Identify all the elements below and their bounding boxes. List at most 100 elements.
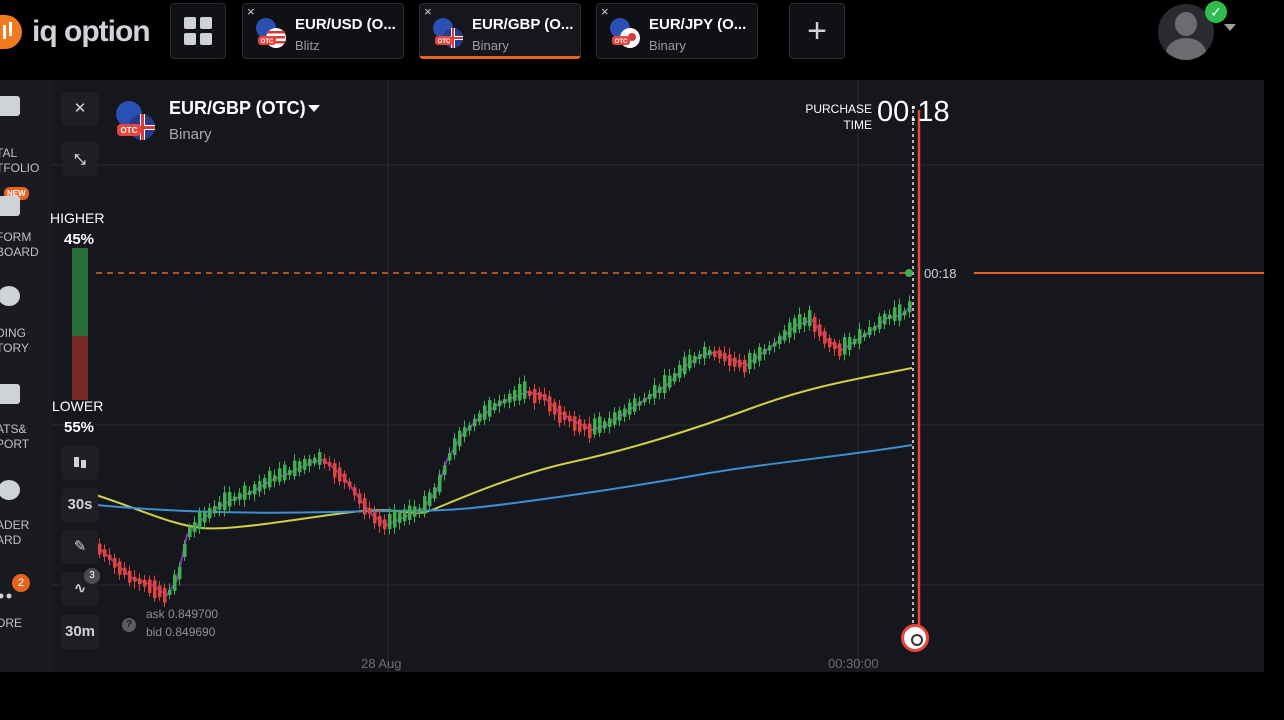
info-icon[interactable]: ? [122,618,136,632]
eur-jpy-flags-icon: OTC [610,18,640,48]
sidebar-item-more[interactable]: ORE [0,578,52,630]
candle-body [563,411,567,421]
sidebar-item-label: ORE [0,616,23,630]
higher-percent: 45% [64,231,95,248]
tab-eur-gbp[interactable]: × OTC EUR/GBP (O... Binary [419,3,581,59]
candle-body [698,354,702,360]
candle-body [378,515,382,527]
candle-body [608,418,612,427]
close-tab-icon[interactable]: × [247,4,255,19]
higher-label: HIGHER [50,210,105,226]
sidebar-item-label: FORM BOARD [0,230,39,259]
candle-body [763,348,767,355]
candle-body [753,353,757,364]
chart-type-button[interactable] [62,446,98,480]
candle-body [828,337,832,348]
candle-body [788,322,792,338]
candle-body [198,511,202,530]
candle-body [518,384,522,401]
sidebar-item-history[interactable]: DING TORY [0,284,52,355]
candle-body [338,467,342,482]
candle-body [473,418,477,427]
candle-body [178,566,182,580]
candle-body [863,333,867,338]
x-axis-time-label: 00:30:00 [828,656,879,671]
close-tab-icon[interactable]: × [424,4,432,19]
indicators-count-badge: 3 [84,568,100,584]
candle-body [103,549,107,557]
x-axis-date-label: 28 Aug [361,656,402,671]
svg-text:OTC: OTC [615,39,628,45]
sidebar-item-chats[interactable]: ATS& PORT [0,382,52,452]
candle-body [188,526,192,538]
candle-body [593,418,597,435]
candle-body [343,473,347,483]
price-chart[interactable] [52,80,1264,672]
expiry-timer-icon[interactable] [901,624,929,652]
candle-body [673,373,677,382]
candle-body [428,492,432,507]
candle-body [288,469,292,476]
tab-type: Binary [649,38,686,53]
sidebar-item-leaderboard[interactable]: ADER ARD [0,478,52,548]
sidebar-item-board[interactable]: FORM BOARD [0,190,52,260]
tab-eur-usd[interactable]: × OTC EUR/USD (O... Blitz [242,3,404,59]
candle-body [228,492,232,507]
candle-body [693,355,697,364]
tab-type: Blitz [295,38,320,53]
candle-body [308,458,312,467]
candle-body [638,401,642,406]
asset-dropdown-caret-icon[interactable] [308,105,320,112]
add-tab-button[interactable]: + [789,3,845,59]
candle-body [668,375,672,388]
leaderboard-icon [0,480,20,500]
collapse-chart-button[interactable]: ⤡ [62,142,98,176]
lower-meter [72,336,88,400]
sidebar-item-portfolio[interactable]: TAL TFOLIO [0,94,52,175]
candle-body [348,481,352,487]
candle-body [858,329,862,344]
candle-body [888,314,892,320]
candle-body [548,396,552,412]
account-menu-caret-icon[interactable] [1224,24,1236,31]
candle-body [273,475,277,482]
svg-text:OTC: OTC [261,39,274,45]
candle-body [823,330,827,344]
board-icon [0,196,20,216]
candle-body [848,336,852,350]
candle-body [498,400,502,407]
candle-body [758,346,762,361]
candle-body [353,487,357,496]
period-button[interactable]: 30m [62,615,98,649]
drawing-tools-button[interactable]: ✎ [62,530,98,564]
close-tab-icon[interactable]: × [601,4,609,19]
candle-body [458,430,462,447]
brand-logo[interactable]: iq option [0,14,151,50]
candle-body [358,493,362,504]
candle-body [793,318,797,333]
candle-body [873,326,877,331]
candle-body [598,416,602,433]
candle-body [433,487,437,499]
portfolio-icon [0,96,20,116]
chart-area[interactable]: ✕ ⤡ OTC EUR/GBP (OTC) Binary PURCHASE TI… [50,80,1264,672]
candle-body [618,410,622,421]
candle-body [453,438,457,456]
candle-body [153,580,157,599]
close-chart-button[interactable]: ✕ [62,92,98,126]
sidebar-item-label: ADER ARD [0,518,30,547]
candlestick-series [98,295,912,608]
candle-body [298,461,302,473]
candle-body [663,375,667,394]
candle-body [588,423,592,439]
candle-body [503,399,507,404]
asset-title[interactable]: EUR/GBP (OTC) [169,98,306,119]
asset-grid-button[interactable] [170,3,226,59]
tab-eur-jpy[interactable]: × OTC EUR/JPY (O... Binary [596,3,758,59]
top-bar: iq option × OTC EUR/USD (O... Blitz × OT… [0,0,1284,62]
candle-body [148,579,152,593]
candle-body [448,453,452,461]
candle-body [748,352,752,370]
purchase-label-line2: TIME [843,118,872,132]
timeframe-button[interactable]: 30s [62,488,98,522]
